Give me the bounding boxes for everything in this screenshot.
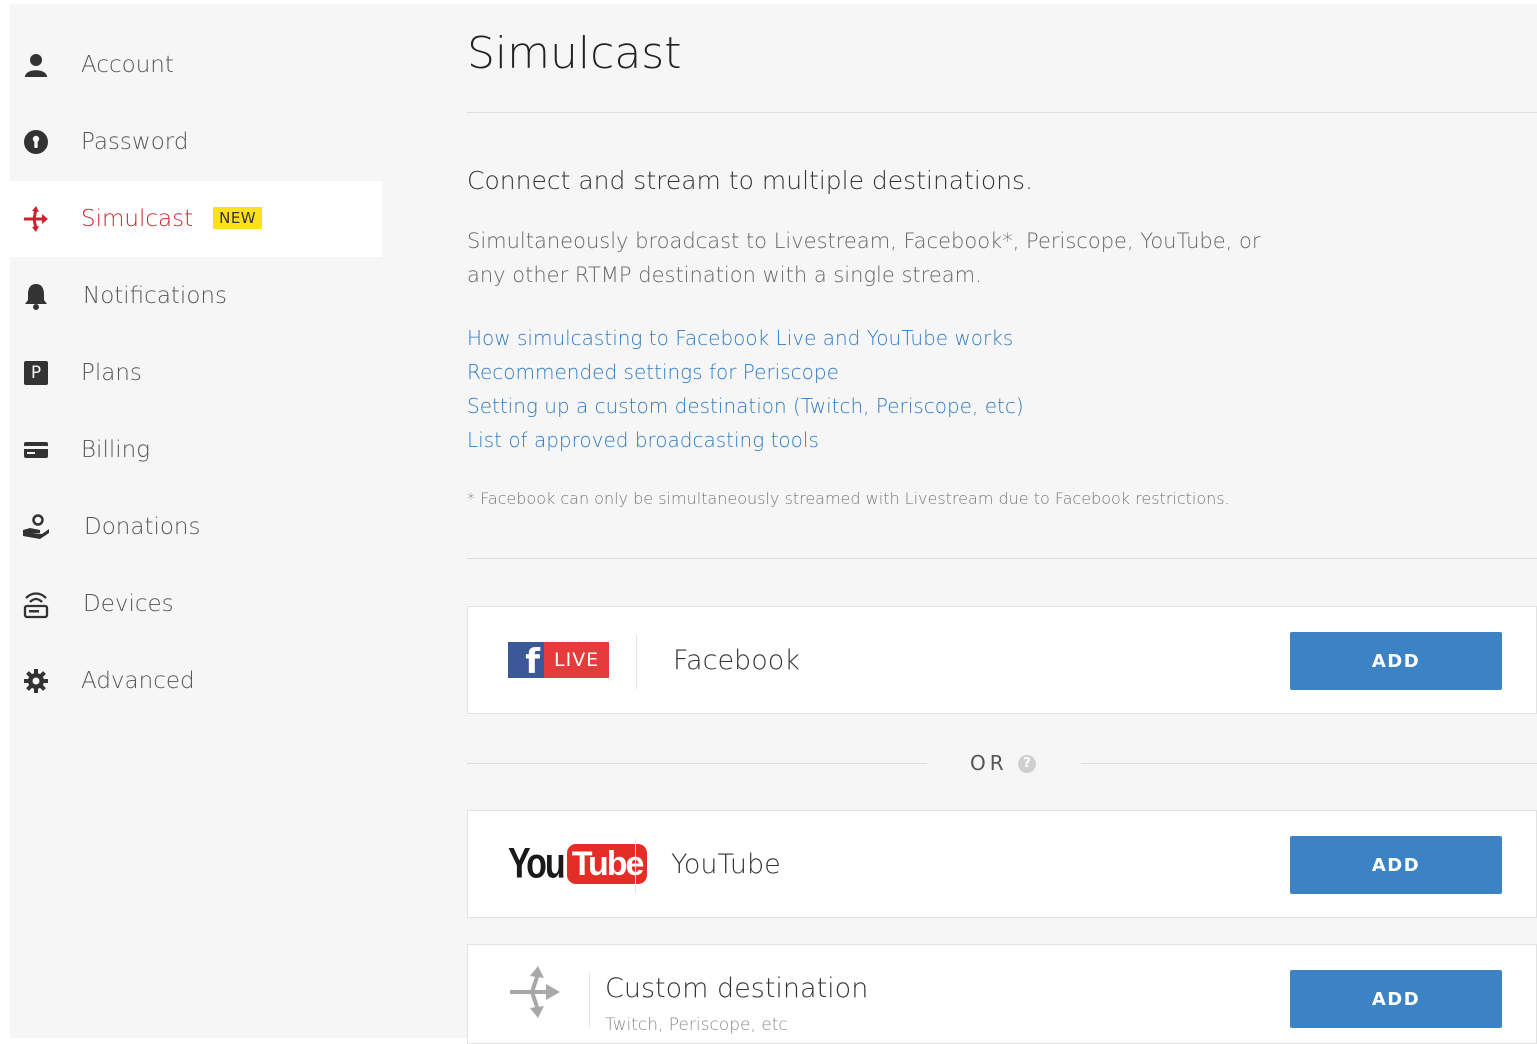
or-line-right — [1081, 763, 1537, 764]
facebook-f-icon: f — [508, 642, 544, 678]
or-line-left — [467, 763, 927, 764]
sidebar-item-label: Advanced — [81, 668, 195, 694]
add-custom-destination-button[interactable]: ADD — [1290, 970, 1502, 1028]
link-approved-tools[interactable]: List of approved broadcasting tools — [467, 423, 1024, 457]
sidebar-item-simulcast[interactable]: Simulcast NEW — [10, 181, 382, 257]
section-description: Simultaneously broadcast to Livestream, … — [467, 229, 1261, 287]
sidebar-item-advanced[interactable]: Advanced — [10, 643, 382, 719]
destination-card-custom: Custom destination Twitch, Periscope, et… — [467, 944, 1537, 1044]
youtube-logo-you: You — [508, 839, 566, 888]
destination-card-facebook: f LIVE Facebook ADD — [467, 606, 1537, 714]
sidebar-item-label: Devices — [83, 591, 174, 617]
sidebar-item-account[interactable]: Account — [10, 27, 382, 103]
sidebar-item-plans[interactable]: P Plans — [10, 335, 382, 411]
facebook-live-logo: f LIVE — [508, 607, 610, 713]
sidebar-item-label: Password — [81, 129, 189, 155]
device-icon — [22, 590, 50, 619]
card-separator — [635, 839, 636, 893]
sidebar-item-notifications[interactable]: Notifications — [10, 258, 382, 334]
destination-name: Custom destination — [605, 973, 869, 1004]
sidebar-item-billing[interactable]: Billing — [10, 412, 382, 488]
facebook-footnote: * Facebook can only be simultaneously st… — [467, 489, 1230, 508]
youtube-logo: You Tube — [508, 811, 648, 917]
help-icon[interactable]: ? — [1018, 755, 1036, 773]
help-links: How simulcasting to Facebook Live and Yo… — [467, 321, 1024, 457]
link-custom-destination-guide[interactable]: Setting up a custom destination (Twitch,… — [467, 389, 1024, 423]
section-divider — [467, 558, 1537, 559]
live-badge: LIVE — [544, 642, 610, 678]
sidebar-item-password[interactable]: Password — [10, 104, 382, 180]
gear-icon — [22, 667, 50, 695]
sidebar-item-label: Simulcast — [81, 206, 194, 232]
add-facebook-button[interactable]: ADD — [1290, 632, 1502, 690]
sidebar-item-donations[interactable]: Donations — [10, 489, 382, 565]
sidebar-item-label: Account — [81, 52, 174, 78]
page-title: Simulcast — [467, 28, 682, 79]
user-icon — [22, 51, 50, 79]
title-divider — [467, 112, 1537, 113]
card-separator — [636, 635, 637, 689]
destination-subtitle: Twitch, Periscope, etc — [605, 1015, 788, 1035]
sidebar-item-devices[interactable]: Devices — [10, 566, 382, 642]
donation-hand-icon — [22, 513, 50, 541]
custom-destination-icon — [506, 962, 566, 1026]
add-youtube-button[interactable]: ADD — [1290, 836, 1502, 894]
bell-icon — [22, 282, 50, 310]
plans-icon: P — [22, 359, 50, 387]
sidebar-item-label: Billing — [81, 437, 150, 463]
destination-name: YouTube — [671, 849, 781, 880]
new-badge: NEW — [213, 207, 263, 229]
destination-card-youtube: You Tube YouTube ADD — [467, 810, 1537, 918]
simulcast-icon — [22, 205, 50, 233]
link-periscope-settings[interactable]: Recommended settings for Periscope — [467, 355, 1024, 389]
lock-icon — [22, 128, 50, 156]
link-facebook-youtube-guide[interactable]: How simulcasting to Facebook Live and Yo… — [467, 321, 1024, 355]
sidebar-item-label: Donations — [84, 514, 201, 540]
or-label: OR — [970, 751, 1008, 775]
credit-card-icon — [22, 436, 50, 464]
custom-destination-logo — [506, 945, 566, 1043]
sidebar-item-label: Notifications — [83, 283, 227, 309]
or-separator: OR ? — [467, 742, 1537, 786]
section-heading: Connect and stream to multiple destinati… — [467, 166, 1033, 195]
destination-name: Facebook — [673, 645, 800, 676]
sidebar-item-label: Plans — [81, 360, 142, 386]
card-separator — [589, 973, 590, 1027]
